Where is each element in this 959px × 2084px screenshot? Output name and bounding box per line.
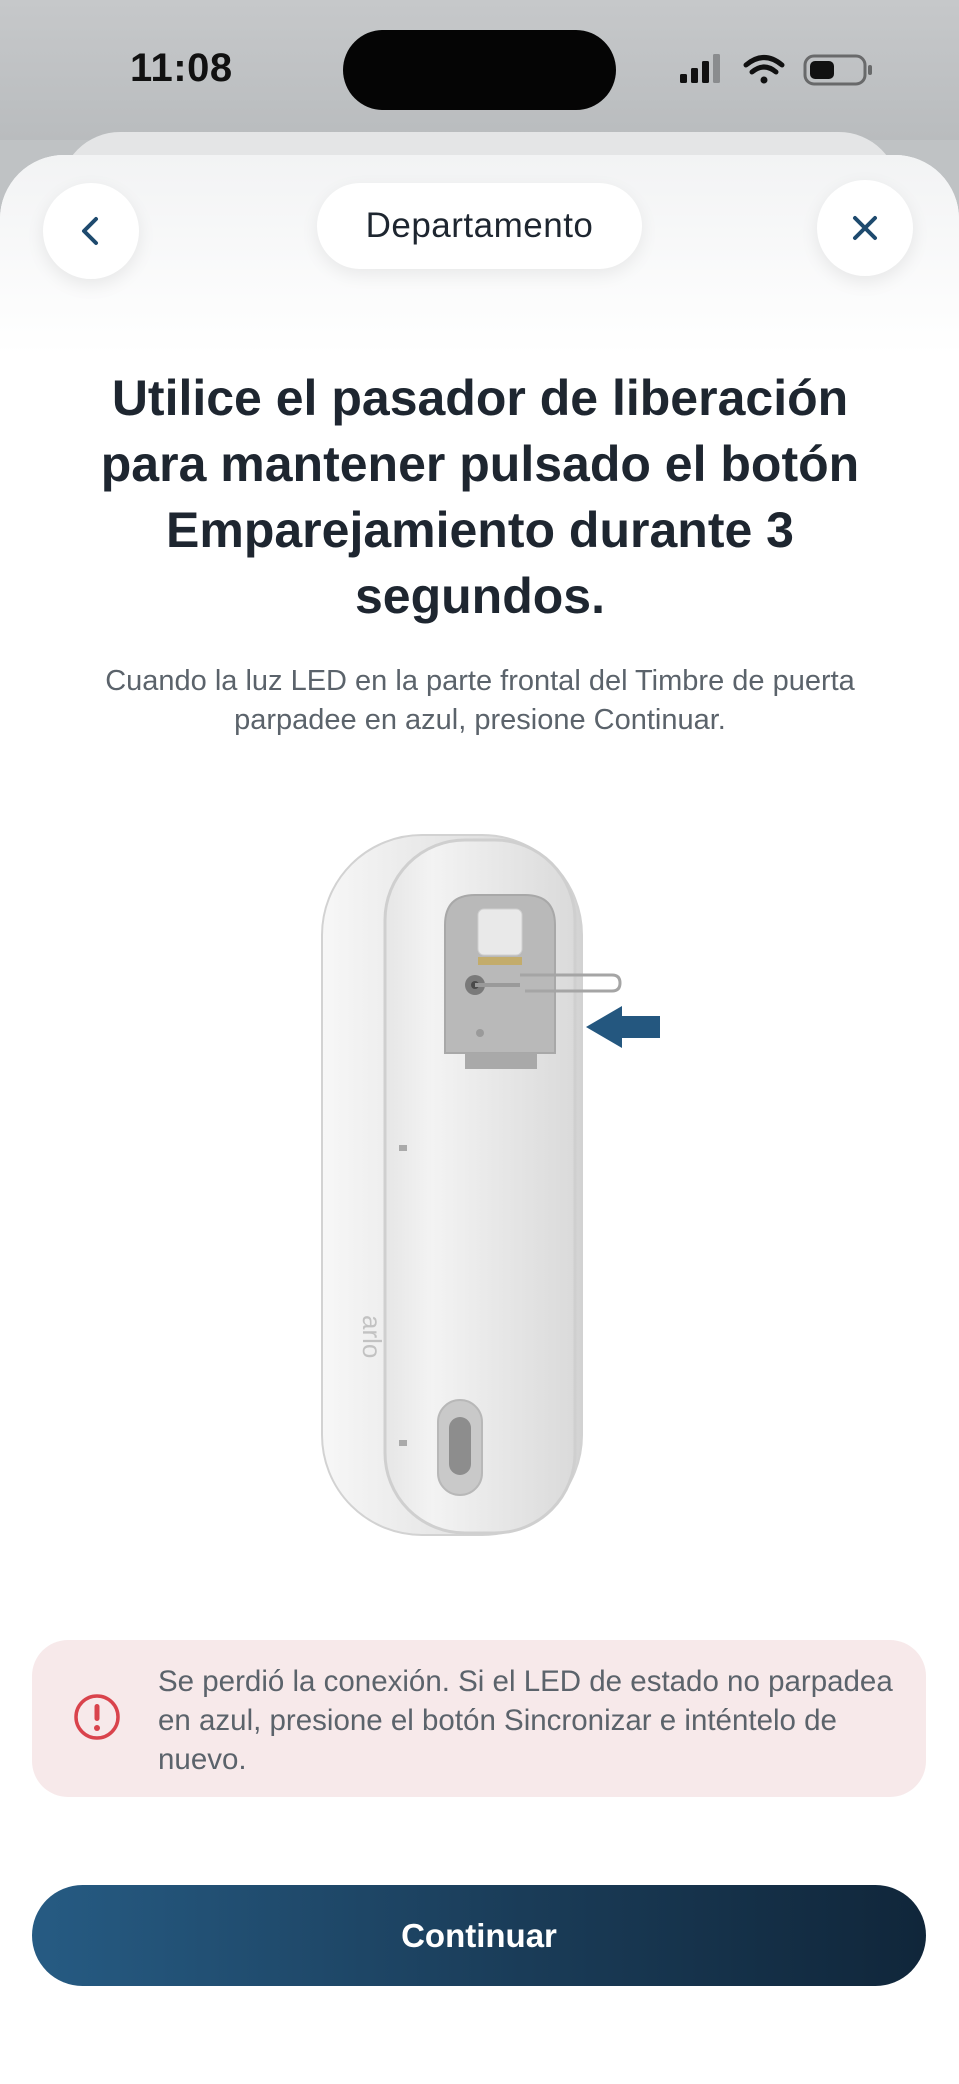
status-bar: 11:08 [0, 0, 959, 140]
instruction-heading: Utilice el pasador de liberación para ma… [100, 370, 860, 624]
signal-icon [680, 54, 720, 83]
instruction-description: Cuando la luz LED en la parte frontal de… [105, 665, 855, 736]
wifi-icon [743, 55, 785, 84]
modal-sheet: Departamento Utilice el pasador de liber… [0, 155, 959, 2084]
status-icons [680, 54, 872, 86]
arrow-left-icon [586, 1006, 660, 1048]
dynamic-island [343, 30, 616, 110]
close-icon [853, 216, 877, 240]
doorbell-illustration: arlo [321, 834, 660, 1536]
connection-alert: Se perdió la conexión. Si el LED de esta… [32, 1640, 926, 1797]
alert-circle-icon [74, 1694, 120, 1740]
alert-message: Se perdió la conexión. Si el LED de esta… [158, 1665, 893, 1776]
device-brand-label: arlo [357, 1315, 387, 1358]
chevron-left-icon [82, 217, 98, 245]
close-button[interactable] [817, 180, 913, 276]
back-button[interactable] [43, 183, 139, 279]
location-title[interactable]: Departamento [317, 183, 642, 269]
status-time: 11:08 [130, 46, 233, 90]
battery-icon [803, 54, 872, 86]
continue-button[interactable]: Continuar [32, 1885, 926, 1986]
